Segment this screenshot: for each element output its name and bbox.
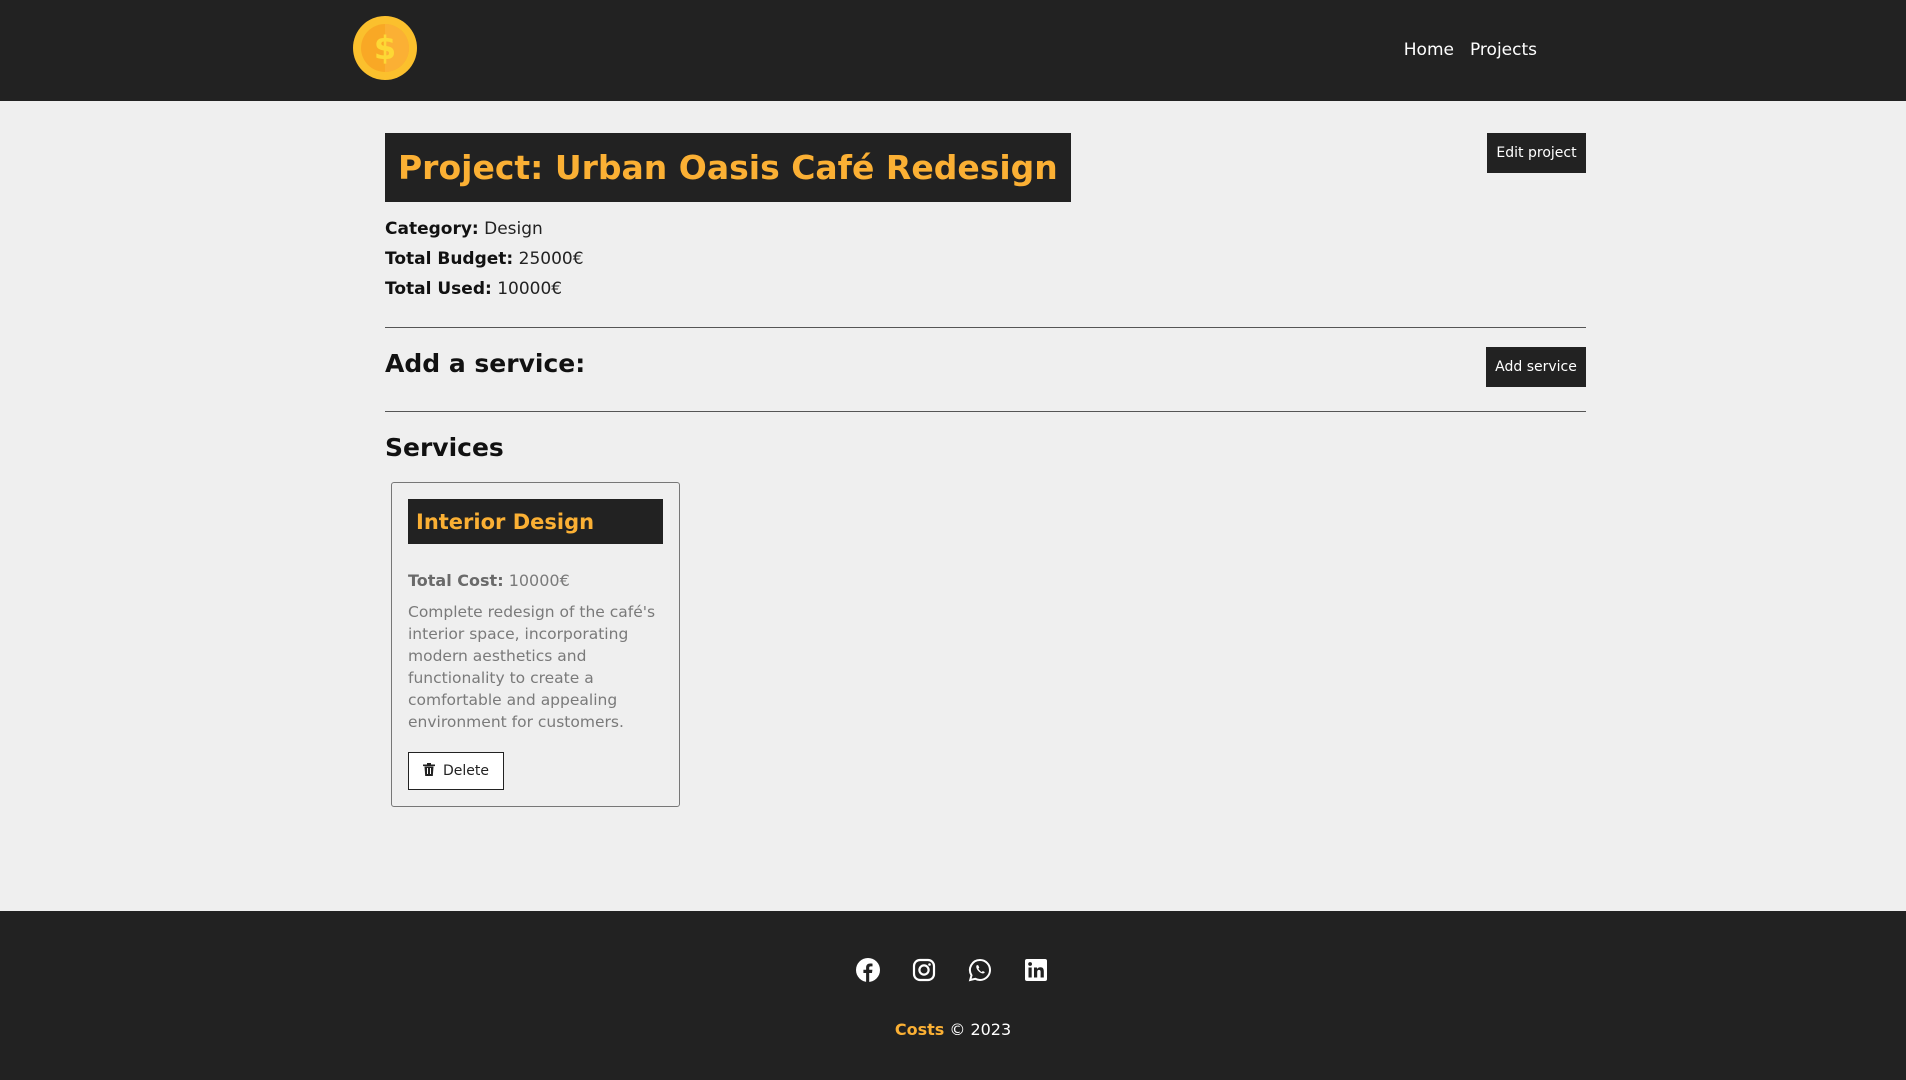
svg-text:$: $ [374,29,396,67]
used-label: Total Used: [385,279,492,299]
linkedin-icon[interactable] [1024,958,1048,982]
project-category: Category: Design [385,219,543,239]
copyright-text: © 2023 [949,1020,1012,1039]
whatsapp-icon[interactable] [968,958,992,982]
trash-icon [423,762,435,780]
facebook-icon[interactable] [856,958,880,982]
dollar-coin-icon[interactable]: $ [353,16,417,80]
used-value: 10000€ [497,279,563,299]
budget-value: 25000€ [518,249,584,269]
service-cost-value: 10000€ [508,571,570,590]
service-cost-label: Total Cost: [408,571,504,590]
service-cost: Total Cost: 10000€ [408,571,570,590]
copyright: Costs © 2023 [0,1020,1906,1039]
service-description: Complete redesign of the café's interior… [408,603,656,731]
footer [0,911,1906,1080]
navbar: $ Home Projects [0,0,1906,101]
instagram-icon[interactable] [912,958,936,982]
brand-name: Costs [894,1020,945,1039]
social-links [856,958,1048,982]
add-service-button[interactable]: Add service [1486,347,1586,387]
budget-label: Total Budget: [385,249,514,269]
edit-project-button[interactable]: Edit project [1487,133,1586,173]
services-heading: Services [385,433,504,462]
delete-service-button[interactable]: Delete [408,752,504,790]
service-card: Interior Design Total Cost: 10000€ Compl… [391,482,680,807]
nav-link-projects[interactable]: Projects [1470,40,1537,60]
add-service-heading: Add a service: [385,349,586,378]
delete-label: Delete [443,763,489,779]
divider [385,411,1586,412]
nav-link-home[interactable]: Home [1404,40,1454,60]
project-title: Project: Urban Oasis Café Redesign [398,148,1058,187]
service-card-title-box: Interior Design [408,499,663,544]
service-name: Interior Design [416,509,595,534]
nav-links: Home Projects [1404,40,1537,60]
project-used: Total Used: 10000€ [385,279,562,299]
divider [385,327,1586,328]
project-title-box: Project: Urban Oasis Café Redesign [385,133,1071,202]
category-label: Category: [385,219,479,239]
project-budget: Total Budget: 25000€ [385,249,584,269]
category-value: Design [484,219,543,239]
